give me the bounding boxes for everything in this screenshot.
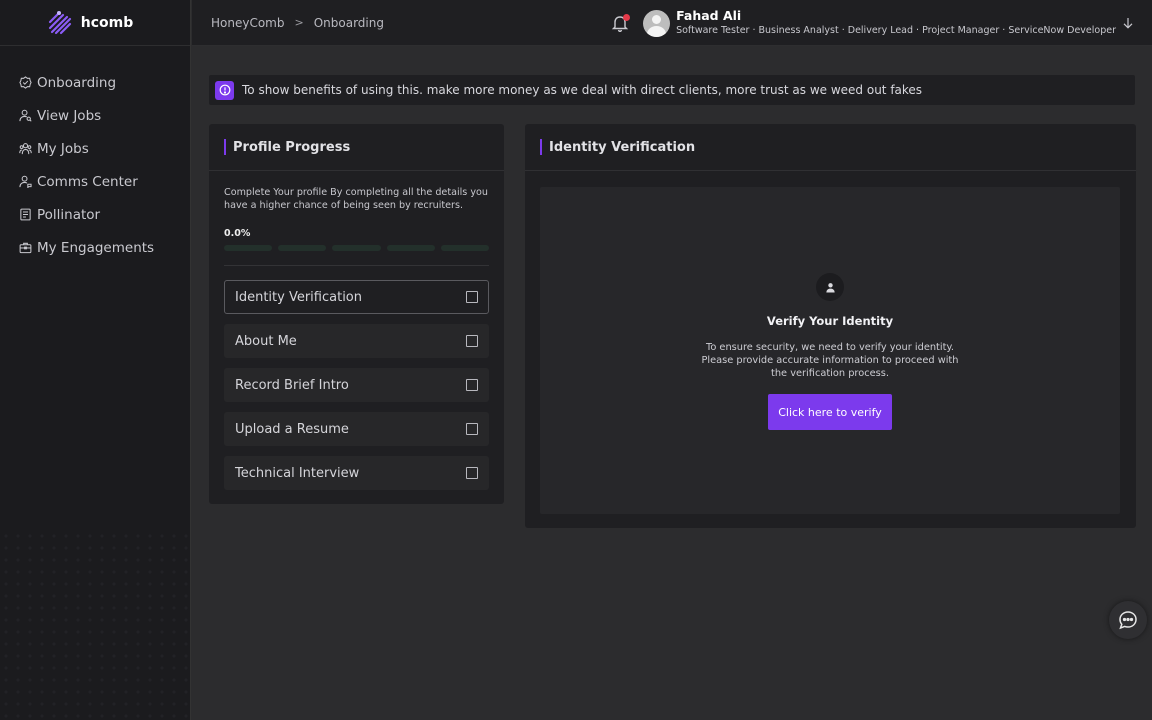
chat-bubble-icon bbox=[1119, 611, 1137, 630]
verify-button[interactable]: Click here to verify bbox=[768, 394, 892, 430]
avatar[interactable] bbox=[643, 9, 671, 37]
progress-bar bbox=[209, 239, 504, 251]
top-bar: HoneyComb > Onboarding Fahad Ali Softwar… bbox=[192, 0, 1152, 46]
sidebar-item-comms-center[interactable]: Comms Center bbox=[0, 165, 190, 198]
step-technical-interview[interactable]: Technical Interview bbox=[224, 456, 489, 490]
user-search-icon bbox=[19, 109, 32, 122]
user-area: Fahad Ali Software Tester · Business Ana… bbox=[610, 0, 1134, 46]
briefcase-icon bbox=[19, 242, 32, 254]
notification-button[interactable] bbox=[610, 13, 631, 33]
progress-description: Complete Your profile By completing all … bbox=[224, 187, 488, 211]
step-checkbox[interactable] bbox=[466, 291, 478, 303]
breadcrumb-current: Onboarding bbox=[313, 15, 384, 30]
onboarding-steps: Identity Verification About Me Record Br… bbox=[209, 266, 504, 490]
info-icon bbox=[215, 80, 234, 100]
verify-description: To ensure security, we need to verify yo… bbox=[701, 342, 959, 379]
identity-verification-card: Identity Verification Verify Your Identi… bbox=[525, 124, 1136, 528]
users-icon bbox=[19, 143, 32, 155]
verify-panel: Verify Your Identity To ensure security,… bbox=[540, 187, 1120, 514]
progress-percent: 0.0% bbox=[224, 228, 251, 239]
sidebar-item-view-jobs[interactable]: View Jobs bbox=[0, 99, 190, 132]
sidebar-header: hcomb bbox=[0, 0, 190, 46]
breadcrumb-separator: > bbox=[294, 16, 304, 29]
brand-name: hcomb bbox=[80, 14, 134, 31]
sidebar-item-my-jobs[interactable]: My Jobs bbox=[0, 132, 190, 165]
document-icon bbox=[20, 208, 31, 221]
progress-segment bbox=[224, 245, 273, 251]
sidebar-item-label: Pollinator bbox=[37, 206, 101, 223]
user-icon bbox=[816, 273, 844, 301]
title-accent-bar bbox=[540, 139, 542, 155]
sidebar-item-label: My Jobs bbox=[37, 140, 89, 157]
badge-check-icon bbox=[19, 76, 32, 89]
sidebar-nav: Onboarding View Jobs My Jobs Comms Cente… bbox=[0, 46, 190, 264]
step-checkbox[interactable] bbox=[466, 423, 478, 435]
breadcrumb-root[interactable]: HoneyComb bbox=[211, 16, 284, 30]
progress-segment bbox=[278, 245, 327, 251]
step-checkbox[interactable] bbox=[466, 335, 478, 347]
sidebar-item-label: My Engagements bbox=[37, 239, 155, 256]
step-label: Upload a Resume bbox=[235, 421, 349, 437]
step-record-brief-intro[interactable]: Record Brief Intro bbox=[224, 368, 489, 402]
step-about-me[interactable]: About Me bbox=[224, 324, 489, 358]
user-name: Fahad Ali bbox=[676, 8, 742, 24]
progress-segment bbox=[386, 245, 435, 251]
sidebar-item-my-engagements[interactable]: My Engagements bbox=[0, 231, 190, 264]
sidebar-decor-pattern bbox=[0, 530, 191, 720]
user-chat-icon bbox=[19, 175, 32, 188]
progress-segment bbox=[440, 245, 490, 251]
sidebar-item-label: Onboarding bbox=[37, 74, 117, 91]
breadcrumb: HoneyComb > Onboarding bbox=[192, 16, 384, 30]
step-checkbox[interactable] bbox=[466, 467, 478, 479]
arrow-down-icon[interactable] bbox=[1122, 17, 1134, 29]
card-title: Identity Verification bbox=[549, 139, 696, 155]
banner-text: To show benefits of using this. make mor… bbox=[242, 83, 923, 97]
step-upload-resume[interactable]: Upload a Resume bbox=[224, 412, 489, 446]
card-header: Profile Progress bbox=[209, 124, 504, 171]
sidebar-item-label: View Jobs bbox=[37, 107, 102, 124]
step-label: About Me bbox=[235, 333, 297, 349]
user-info[interactable]: Fahad Ali Software Tester · Business Ana… bbox=[676, 8, 1116, 36]
user-roles: Software Tester · Business Analyst · Del… bbox=[676, 24, 1116, 36]
sidebar: hcomb Onboarding View Jobs My Jobs Comms… bbox=[0, 0, 191, 720]
verify-heading: Verify Your Identity bbox=[766, 314, 894, 328]
profile-progress-card: Profile Progress Complete Your profile B… bbox=[209, 124, 504, 504]
chat-button[interactable] bbox=[1109, 601, 1147, 639]
card-header: Identity Verification bbox=[525, 124, 1136, 171]
step-identity-verification[interactable]: Identity Verification bbox=[224, 280, 489, 314]
card-title: Profile Progress bbox=[233, 139, 351, 155]
step-label: Record Brief Intro bbox=[235, 377, 349, 393]
title-accent-bar bbox=[224, 139, 226, 155]
step-checkbox[interactable] bbox=[466, 379, 478, 391]
hcomb-logo-icon[interactable] bbox=[47, 10, 73, 36]
sidebar-item-label: Comms Center bbox=[37, 173, 138, 190]
progress-segment bbox=[332, 245, 381, 251]
step-label: Technical Interview bbox=[235, 465, 360, 481]
sidebar-item-pollinator[interactable]: Pollinator bbox=[0, 198, 190, 231]
info-banner: To show benefits of using this. make mor… bbox=[209, 75, 1135, 105]
step-label: Identity Verification bbox=[235, 289, 362, 305]
sidebar-item-onboarding[interactable]: Onboarding bbox=[0, 66, 190, 99]
